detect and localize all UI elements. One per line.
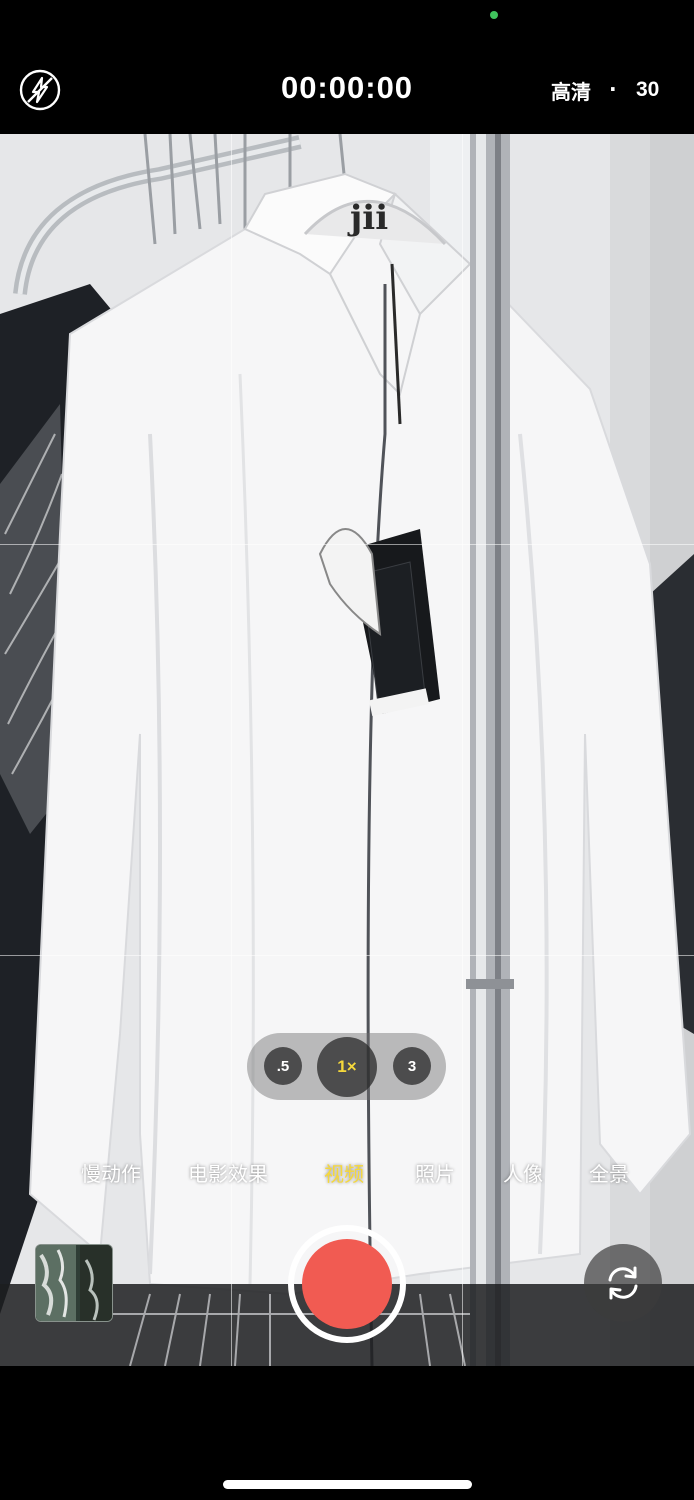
zoom-0.5x-button[interactable]: .5 — [264, 1047, 302, 1085]
svg-text:jii: jii — [347, 198, 388, 238]
frame-rate-toggle[interactable]: 30 — [636, 78, 659, 102]
mode-cinematic[interactable]: 电影效果 — [188, 1158, 268, 1187]
privacy-indicator-dot — [490, 11, 498, 19]
zoom-3x-button[interactable]: 3 — [393, 1047, 431, 1085]
camera-flip-icon[interactable] — [584, 1244, 662, 1322]
mode-portrait[interactable]: 人像 — [503, 1158, 543, 1187]
grid-line-horizontal-2 — [0, 955, 694, 956]
thumbnail-image — [36, 1245, 112, 1321]
recording-timer: 00:00:00 — [280, 70, 414, 105]
last-photo-thumbnail[interactable] — [35, 1244, 113, 1322]
zoom-1x-button[interactable]: 1× — [317, 1037, 377, 1097]
home-indicator[interactable] — [223, 1480, 472, 1489]
top-bar: 00:00:00 高清 · 30 — [0, 0, 694, 134]
mode-slow-motion[interactable]: 慢动作 — [81, 1158, 141, 1187]
record-button[interactable] — [302, 1239, 392, 1329]
quality-separator: · — [609, 77, 617, 101]
flash-off-icon[interactable] — [18, 68, 62, 112]
video-quality-toggle[interactable]: 高清 — [551, 76, 591, 105]
grid-line-vertical-2 — [462, 134, 463, 1366]
mode-video[interactable]: 视频 — [324, 1158, 364, 1187]
grid-line-horizontal-1 — [0, 544, 694, 545]
mode-photo[interactable]: 照片 — [415, 1158, 455, 1187]
mode-panorama[interactable]: 全景 — [589, 1158, 629, 1187]
